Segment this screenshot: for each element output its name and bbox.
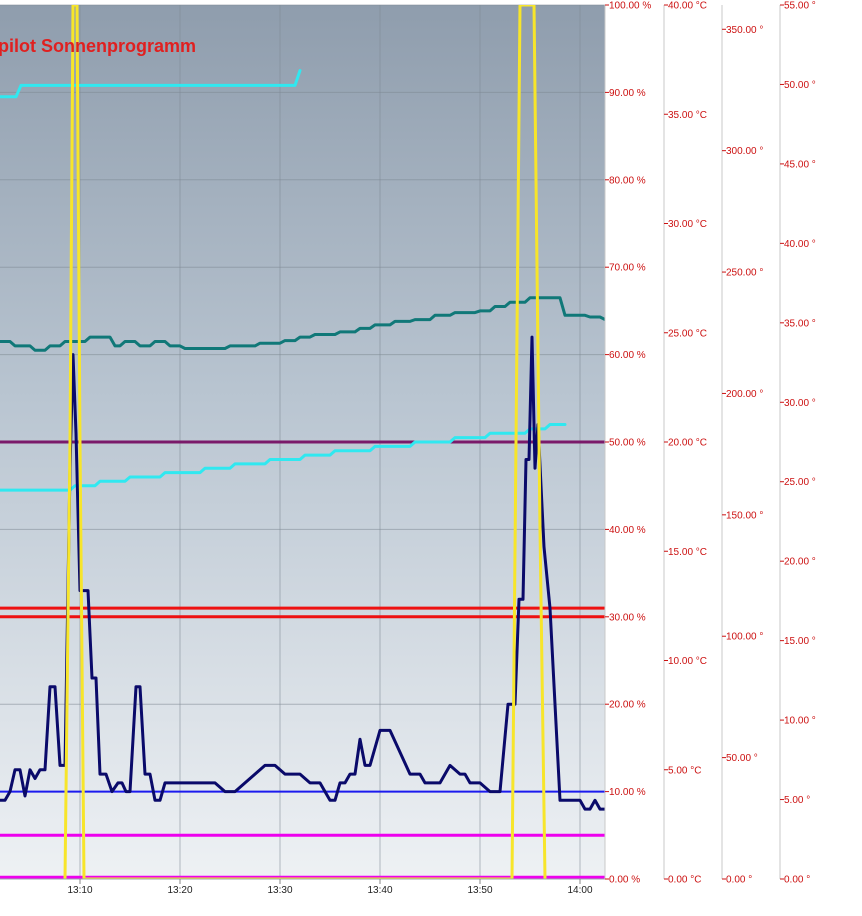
y-tick-label: 40.00 °C xyxy=(668,1,707,12)
y-tick-label: 20.00 ° xyxy=(784,557,816,568)
x-tick-label: 13:20 xyxy=(167,885,192,896)
y-tick-label: 40.00 ° xyxy=(784,239,816,250)
y-tick-label: 100.00 ° xyxy=(726,632,763,643)
x-tick-label: 13:50 xyxy=(467,885,492,896)
y-tick-label: 40.00 % xyxy=(609,525,646,536)
y-tick-label: 50.00 ° xyxy=(726,753,758,764)
x-tick-label: 13:30 xyxy=(267,885,292,896)
y-tick-label: 45.00 ° xyxy=(784,159,816,170)
y-tick-label: 15.00 ° xyxy=(784,636,816,647)
y-tick-label: 35.00 ° xyxy=(784,318,816,329)
y-tick-label: 0.00 °C xyxy=(668,875,701,886)
y-tick-label: 10.00 ° xyxy=(784,716,816,727)
x-tick-label: 13:40 xyxy=(367,885,392,896)
y-tick-label: 20.00 % xyxy=(609,700,646,711)
y-tick-label: 10.00 °C xyxy=(668,656,707,667)
y-tick-label: 25.00 ° xyxy=(784,477,816,488)
y-tick-label: 0.00 ° xyxy=(726,875,752,886)
x-tick-label: 14:00 xyxy=(567,885,592,896)
y-tick-label: 30.00 % xyxy=(609,612,646,623)
y-tick-label: 150.00 ° xyxy=(726,510,763,521)
x-tick-label: 13:10 xyxy=(67,885,92,896)
y-tick-label: 0.00 ° xyxy=(784,875,810,886)
y-tick-label: 20.00 °C xyxy=(668,438,707,449)
y-tick-label: 300.00 ° xyxy=(726,146,763,157)
y-tick-label: 30.00 °C xyxy=(668,219,707,230)
y-tick-label: 55.00 ° xyxy=(784,1,816,12)
y-tick-label: 50.00 % xyxy=(609,438,646,449)
y-tick-label: 0.00 % xyxy=(609,875,640,886)
y-tick-label: 90.00 % xyxy=(609,88,646,99)
y-tick-label: 200.00 ° xyxy=(726,389,763,400)
chart: 13:10 13:20 13:30 13:40 13:50 14:00 0.00 % 10.… xyxy=(0,0,862,916)
y-tick-label: 250.00 ° xyxy=(726,268,763,279)
y-tick-label: 5.00 °C xyxy=(668,765,701,776)
y-tick-label: 80.00 % xyxy=(609,175,646,186)
y-tick-label: 5.00 ° xyxy=(784,795,810,806)
y-tick-label: 10.00 % xyxy=(609,787,646,798)
y-tick-label: 100.00 % xyxy=(609,1,651,12)
y-tick-label: 15.00 °C xyxy=(668,547,707,558)
y-tick-label: 35.00 °C xyxy=(668,110,707,121)
chart-title: pilot Sonnenprogramm xyxy=(0,36,196,56)
y-tick-label: 50.00 ° xyxy=(784,80,816,91)
y-tick-label: 30.00 ° xyxy=(784,398,816,409)
y-tick-label: 350.00 ° xyxy=(726,25,763,36)
y-tick-label: 70.00 % xyxy=(609,263,646,274)
y-tick-label: 60.00 % xyxy=(609,350,646,361)
y-tick-label: 25.00 °C xyxy=(668,328,707,339)
